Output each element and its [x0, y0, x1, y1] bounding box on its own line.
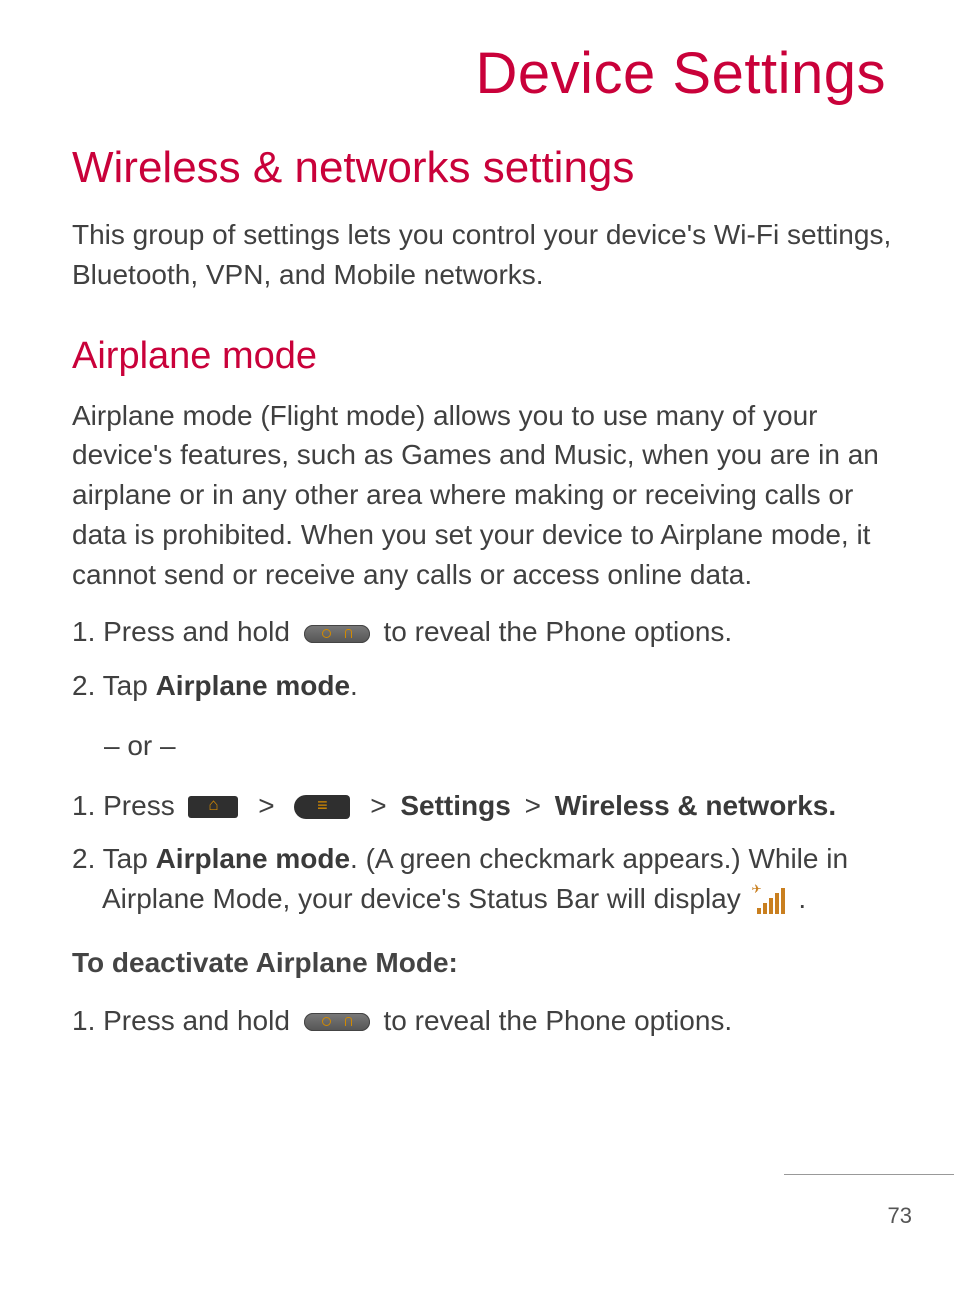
method-a-step-2: 2. Tap Airplane mode.	[72, 666, 894, 706]
airplane-mode-label: Airplane mode	[156, 843, 350, 874]
breadcrumb-separator: >	[252, 790, 288, 821]
airplane-description: Airplane mode (Flight mode) allows you t…	[72, 396, 894, 595]
method-b-step-1: 1. Press > > Settings > Wireless & netwo…	[72, 786, 894, 826]
section-heading-airplane: Airplane mode	[72, 335, 894, 378]
settings-label: Settings	[400, 790, 510, 821]
breadcrumb-separator: >	[364, 790, 400, 821]
airplane-mode-label: Airplane mode	[156, 670, 350, 701]
step-text: .	[350, 670, 358, 701]
step-text: to reveal the Phone options.	[383, 616, 732, 647]
manual-page: Device Settings Wireless & networks sett…	[0, 0, 954, 1040]
or-separator: – or –	[104, 726, 894, 766]
step-text: . (A green checkmark appears.) While in	[350, 843, 848, 874]
step-text: 1. Press and hold	[72, 616, 298, 647]
step-text: to reveal the Phone options.	[383, 1005, 732, 1036]
step-text: Airplane Mode, your device's Status Bar …	[102, 883, 749, 914]
method-a-step-1: 1. Press and hold to reveal the Phone op…	[72, 612, 894, 652]
menu-button-icon	[294, 795, 350, 819]
step-text: 1. Press	[72, 790, 182, 821]
breadcrumb-separator: >	[519, 790, 555, 821]
deactivate-heading: To deactivate Airplane Mode:	[72, 943, 894, 983]
page-number: 73	[888, 1203, 912, 1229]
wireless-networks-label: Wireless & networks.	[555, 790, 836, 821]
step-text: 1. Press and hold	[72, 1005, 298, 1036]
power-lock-key-icon	[304, 1013, 370, 1031]
step-text: 2. Tap	[72, 670, 156, 701]
home-button-icon	[188, 796, 238, 818]
footer-rule	[784, 1174, 954, 1175]
chapter-title: Device Settings	[72, 40, 886, 107]
intro-paragraph: This group of settings lets you control …	[72, 215, 894, 295]
airplane-mode-status-icon	[755, 888, 785, 914]
section-heading-wireless: Wireless & networks settings	[72, 143, 894, 193]
step-text: .	[798, 883, 806, 914]
deactivate-step-1: 1. Press and hold to reveal the Phone op…	[72, 1001, 894, 1041]
power-lock-key-icon	[304, 625, 370, 643]
method-b-step-2: 2. Tap Airplane mode. (A green checkmark…	[72, 839, 894, 919]
step-text: 2. Tap	[72, 843, 156, 874]
